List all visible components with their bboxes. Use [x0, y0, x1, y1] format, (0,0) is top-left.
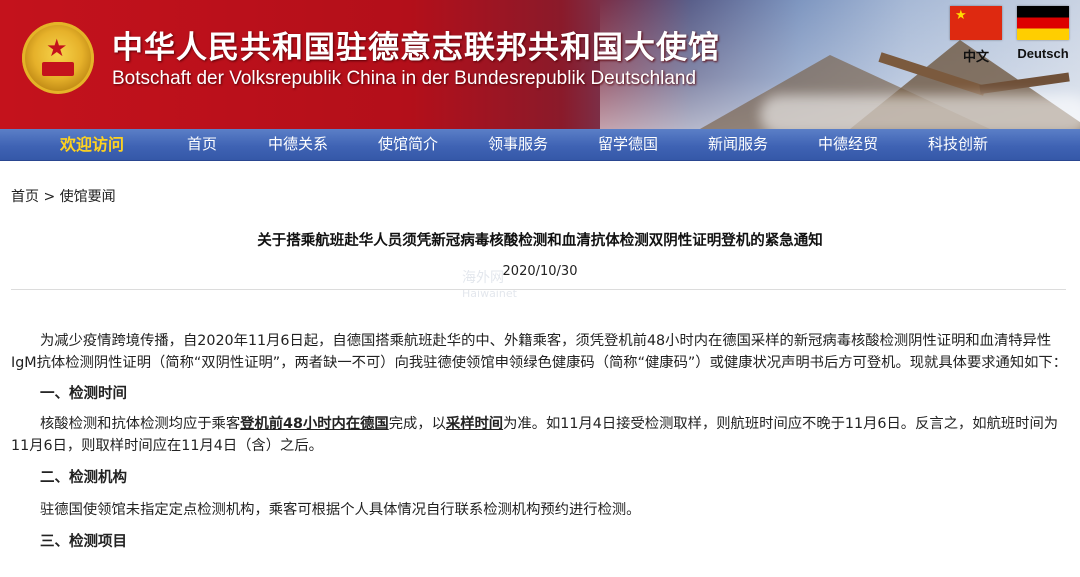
emphasis-text: 采样时间: [445, 416, 504, 432]
germany-flag-icon[interactable]: [1017, 6, 1069, 40]
site-banner: ★ 中华人民共和国驻德意志联邦共和国大使馆 Botschaft der Volk…: [0, 0, 1080, 129]
national-emblem-icon: ★: [22, 22, 94, 94]
section-heading-test-items: 三、检测项目: [40, 534, 127, 550]
nav-item-home[interactable]: 首页: [160, 129, 244, 160]
language-label[interactable]: 中文: [945, 46, 1007, 65]
section-paragraph-test-time: 核酸检测和抗体检测均应于乘客登机前48小时内在德国完成，以采样时间为准。如11月…: [11, 413, 1069, 457]
nav-item-consular-services[interactable]: 领事服务: [476, 129, 560, 160]
nav-item-economy-trade[interactable]: 中德经贸: [806, 129, 890, 160]
site-title-german: Botschaft der Volksrepublik China in der…: [112, 68, 697, 89]
site-title-chinese: 中华人民共和国驻德意志联邦共和国大使馆: [112, 30, 720, 66]
section-heading-test-time: 一、检测时间: [40, 386, 127, 402]
text-run: 完成，以: [388, 416, 446, 432]
article-date: 2020/10/30: [502, 264, 578, 279]
watermark-logo: 海外网 Haiwainet: [462, 270, 517, 302]
nav-item-sino-german-relations[interactable]: 中德关系: [256, 129, 340, 160]
nav-item-news-services[interactable]: 新闻服务: [696, 129, 780, 160]
banner-mist: [760, 95, 1080, 129]
emphasis-text: 登机前48小时内在德国: [240, 416, 389, 432]
nav-item-welcome[interactable]: 欢迎访问: [40, 129, 144, 160]
language-chinese-link[interactable]: ★ 中文: [945, 6, 1007, 65]
language-label[interactable]: Deutsch: [1012, 46, 1074, 61]
section-heading-test-institution: 二、检测机构: [40, 470, 127, 486]
title-divider: [11, 289, 1066, 290]
language-german-link[interactable]: Deutsch: [1012, 6, 1074, 61]
article-body: 为减少疫情跨境传播，自2020年11月6日起，自德国搭乘航班赴华的中、外籍乘客，…: [11, 330, 1069, 553]
nav-item-embassy-intro[interactable]: 使馆简介: [366, 129, 450, 160]
watermark-text: 海外网: [462, 270, 504, 286]
breadcrumb-separator: >: [43, 189, 56, 205]
section-paragraph-test-institution: 驻德国使领馆未指定定点检测机构，乘客可根据个人具体情况自行联系检测机构预约进行检…: [40, 502, 641, 518]
nav-item-study-in-germany[interactable]: 留学德国: [586, 129, 670, 160]
nav-item-science-innovation[interactable]: 科技创新: [916, 129, 1000, 160]
breadcrumb-section-link[interactable]: 使馆要闻: [60, 189, 116, 205]
main-nav: 欢迎访问 首页 中德关系 使馆简介 领事服务 留学德国 新闻服务 中德经贸 科技…: [0, 129, 1080, 161]
text-run: 核酸检测和抗体检测均应于乘客: [40, 416, 241, 432]
china-flag-icon[interactable]: ★: [950, 6, 1002, 40]
article-title: 关于搭乘航班赴华人员须凭新冠病毒核酸检测和血清抗体检测双阴性证明登机的紧急通知: [257, 233, 823, 249]
breadcrumb-home-link[interactable]: 首页: [11, 189, 39, 205]
article-intro-paragraph: 为减少疫情跨境传播，自2020年11月6日起，自德国搭乘航班赴华的中、外籍乘客，…: [11, 333, 1068, 371]
breadcrumb: 首页 > 使馆要闻: [11, 186, 116, 206]
